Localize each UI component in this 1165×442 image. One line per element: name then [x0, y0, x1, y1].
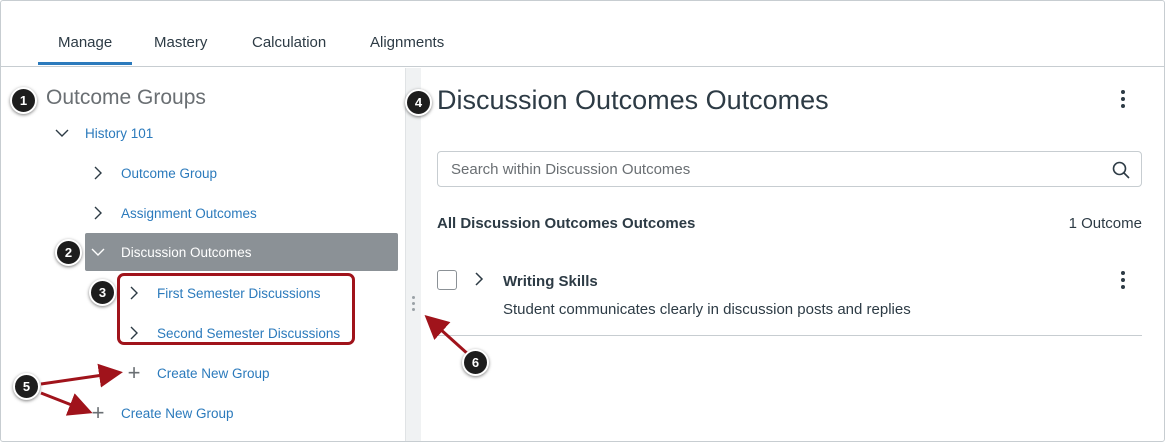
chevron-right-icon	[85, 200, 111, 226]
tab-alignments[interactable]: Alignments	[370, 34, 444, 51]
outcomes-list-title: All Discussion Outcomes Outcomes	[437, 215, 696, 232]
highlight-box	[117, 273, 355, 345]
outcome-description: Student communicates clearly in discussi…	[503, 301, 911, 318]
create-nested-group-button[interactable]: + Create New Group	[121, 354, 270, 392]
chevron-right-icon[interactable]	[471, 271, 487, 287]
list-item: Writing Skills Student communicates clea…	[437, 258, 1142, 336]
drag-grip-icon	[412, 296, 415, 314]
tree-item-label: Discussion Outcomes	[121, 244, 252, 260]
tree-item-assignment-outcomes[interactable]: Assignment Outcomes	[85, 194, 257, 232]
outcome-title: Writing Skills	[503, 273, 598, 290]
tab-calculation[interactable]: Calculation	[252, 34, 326, 51]
more-options-icon[interactable]	[1113, 87, 1133, 111]
chevron-right-icon	[85, 160, 111, 186]
tree-item-discussion-outcomes[interactable]: Discussion Outcomes	[85, 233, 398, 271]
tab-manage[interactable]: Manage	[37, 34, 133, 65]
outcomes-window: Manage Mastery Calculation Alignments Ou…	[0, 0, 1165, 442]
callout-badge: 6	[462, 349, 489, 376]
create-group-label: Create New Group	[121, 405, 234, 421]
outcomes-panel: Discussion Outcomes Outcomes All Discuss…	[421, 68, 1164, 441]
callout-badge: 4	[405, 89, 432, 116]
more-options-icon[interactable]	[1113, 268, 1133, 292]
callout-badge: 2	[55, 239, 82, 266]
callout-badge: 5	[13, 373, 40, 400]
tree-item-outcome-group[interactable]: Outcome Group	[85, 154, 217, 192]
plus-icon: +	[91, 400, 105, 425]
panel-resize-handle[interactable]	[405, 68, 421, 441]
page-title: Discussion Outcomes Outcomes	[437, 85, 829, 115]
chevron-down-icon	[85, 239, 111, 265]
plus-icon: +	[127, 360, 141, 385]
chevron-down-icon	[49, 120, 75, 146]
tab-bar: Manage Mastery Calculation Alignments	[1, 1, 1164, 67]
callout-badge: 1	[10, 87, 37, 114]
tree-item-label: Assignment Outcomes	[121, 205, 257, 221]
callout-badge: 3	[89, 279, 116, 306]
create-group-label: Create New Group	[157, 365, 270, 381]
search-input[interactable]	[451, 160, 1091, 178]
search-icon[interactable]	[1111, 160, 1131, 180]
tree-item-label: History 101	[85, 125, 154, 141]
create-root-group-button[interactable]: + Create New Group	[85, 394, 234, 432]
outcome-count: 1 Outcome	[1068, 215, 1142, 232]
tree-item-label: Outcome Group	[121, 165, 218, 181]
tree-item-history-101[interactable]: History 101	[49, 114, 153, 152]
outcome-checkbox[interactable]	[437, 270, 457, 290]
search-field	[437, 151, 1142, 187]
tab-mastery[interactable]: Mastery	[154, 34, 207, 51]
outcome-groups-title: Outcome Groups	[46, 86, 206, 109]
